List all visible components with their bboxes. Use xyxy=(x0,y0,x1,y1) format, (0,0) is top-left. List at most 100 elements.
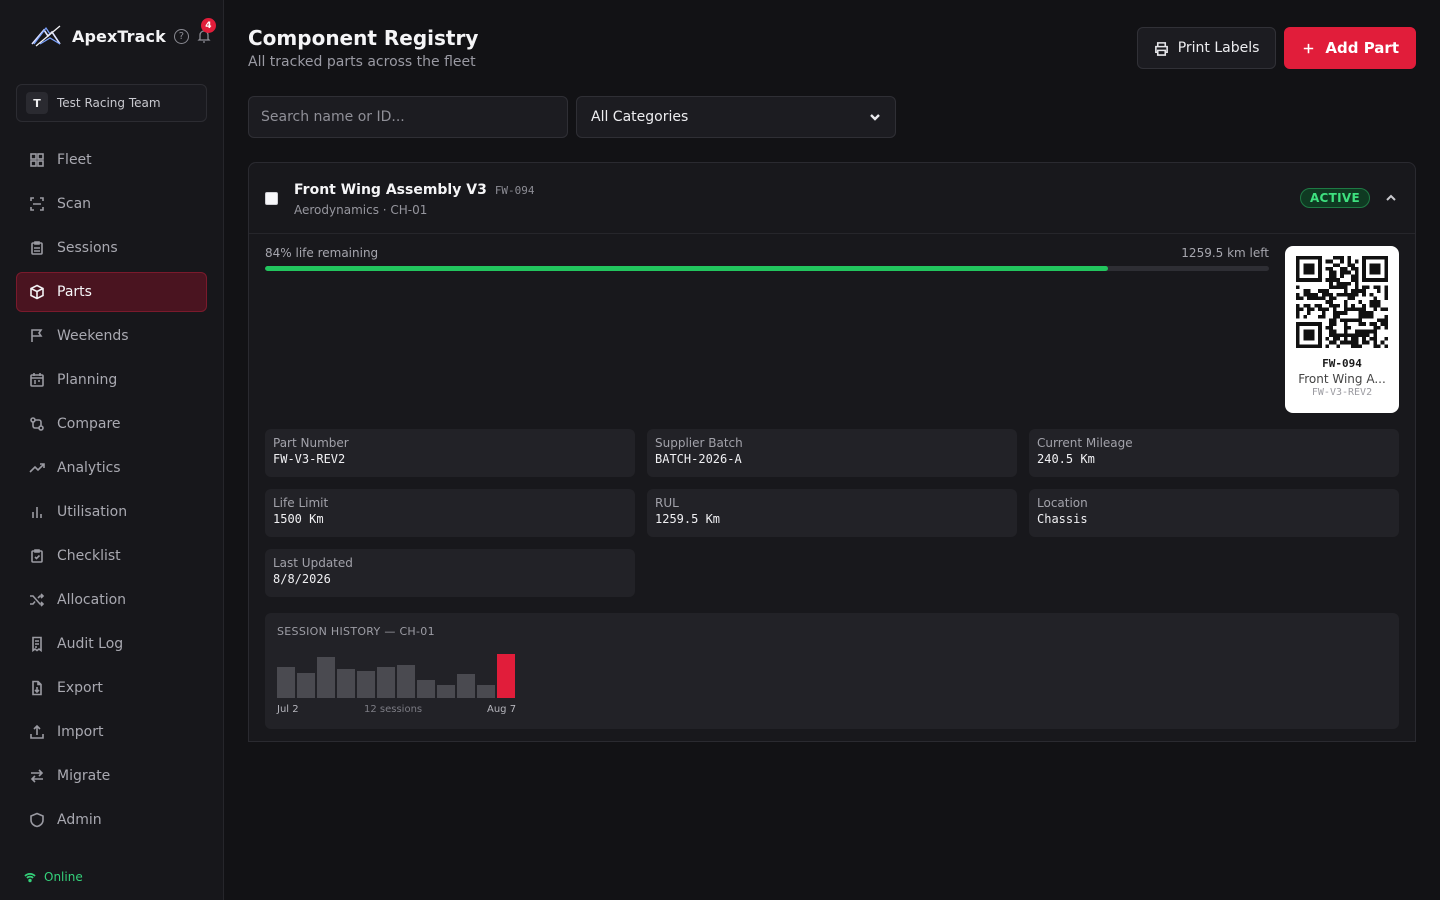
sidebar-item-label: Audit Log xyxy=(57,636,124,652)
bar-chart-icon xyxy=(32,507,42,518)
detail-field-label: RUL xyxy=(655,496,679,510)
part-card-header[interactable]: Front Wing Assembly V3 FW-094 Aerodynamic… xyxy=(249,163,1415,234)
detail-field-rul: RUL 1259.5 Km xyxy=(647,489,1017,537)
detail-field-label: Location xyxy=(1037,496,1088,510)
sidebar-item-audit-log[interactable]: Audit Log xyxy=(16,624,207,664)
detail-field-current-mileage: Current Mileage 240.5 Km xyxy=(1029,429,1399,477)
team-switcher[interactable]: T Test Racing Team xyxy=(16,84,207,122)
sidebar: ApexTrack ? 4 T Test Racing Team Fleet Sc… xyxy=(0,0,224,900)
part-select-checkbox[interactable] xyxy=(265,191,278,205)
sidebar-item-label: Migrate xyxy=(57,768,111,784)
team-name: Test Racing Team xyxy=(57,96,161,110)
session-bar xyxy=(297,672,315,698)
grid-icon xyxy=(30,153,44,167)
add-part-label: Add Part xyxy=(1325,39,1399,57)
sidebar-item-label: Analytics xyxy=(57,460,121,476)
session-bar xyxy=(457,673,475,698)
sidebar-item-migrate[interactable]: Migrate xyxy=(16,756,207,796)
sidebar-item-utilisation[interactable]: Utilisation xyxy=(16,492,207,532)
sidebar-item-admin[interactable]: Admin xyxy=(16,800,207,840)
sidebar-item-compare[interactable]: Compare xyxy=(16,404,207,444)
sidebar-item-label: Parts xyxy=(57,284,92,300)
page-subtitle: All tracked parts across the fleet xyxy=(248,54,476,70)
qr-label-card[interactable]: FW-094 Front Wing A... FW-V3-REV2 xyxy=(1285,246,1399,413)
calendar-icon xyxy=(30,373,44,387)
detail-field-location: Location Chassis xyxy=(1029,489,1399,537)
detail-field-life-limit: Life Limit 1500 Km xyxy=(265,489,635,537)
sidebar-item-label: Checklist xyxy=(57,548,121,564)
detail-field-value: 1259.5 Km xyxy=(655,512,721,526)
team-avatar: T xyxy=(26,92,48,114)
sidebar-item-sessions[interactable]: Sessions xyxy=(16,228,207,268)
session-bar xyxy=(417,679,435,698)
chevron-down-icon xyxy=(870,114,880,121)
session-history-panel: SESSION HISTORY — CH-01 Jul 2 12 session… xyxy=(265,613,1399,729)
sidebar-item-parts[interactable]: Parts xyxy=(16,272,207,312)
printer-icon xyxy=(1154,41,1168,56)
shuffle-icon xyxy=(30,593,45,607)
sidebar-item-allocation[interactable]: Allocation xyxy=(16,580,207,620)
sidebar-item-label: Fleet xyxy=(57,152,92,168)
add-part-button[interactable]: Add Part xyxy=(1284,27,1416,69)
sidebar-item-scan[interactable]: Scan xyxy=(16,184,207,224)
file-export-icon xyxy=(32,680,42,696)
detail-field-value: Chassis xyxy=(1037,512,1088,526)
life-remaining-label: 84% life remaining xyxy=(265,246,379,260)
detail-field-label: Current Mileage xyxy=(1037,436,1133,450)
session-bar xyxy=(317,657,335,698)
history-start-label: Jul 2 xyxy=(277,704,299,715)
sidebar-item-label: Weekends xyxy=(57,328,129,344)
sidebar-item-checklist[interactable]: Checklist xyxy=(16,536,207,576)
package-icon xyxy=(30,284,44,300)
qr-part-id: FW-094 xyxy=(1322,357,1362,370)
help-icon[interactable]: ? xyxy=(173,28,189,44)
detail-field-supplier-batch: Supplier Batch BATCH-2026-A xyxy=(647,429,1017,477)
sidebar-item-import[interactable]: Import xyxy=(16,712,207,752)
sidebar-item-label: Compare xyxy=(57,416,121,432)
sidebar-item-label: Allocation xyxy=(57,592,127,608)
sidebar-item-label: Planning xyxy=(57,372,118,388)
search-input[interactable] xyxy=(248,96,568,138)
session-bar xyxy=(357,671,375,698)
wifi-icon xyxy=(24,873,36,883)
qr-part-name: Front Wing A... xyxy=(1298,372,1386,386)
swap-icon xyxy=(30,769,44,783)
apextrack-logo-icon xyxy=(31,25,61,47)
session-bar xyxy=(397,665,415,698)
collapse-chevron-icon[interactable] xyxy=(1385,192,1397,204)
sidebar-item-label: Admin xyxy=(57,812,102,828)
sidebar-item-analytics[interactable]: Analytics xyxy=(16,448,207,488)
session-history-chart xyxy=(277,650,517,698)
history-count-label: 12 sessions xyxy=(364,704,423,715)
page-title: Component Registry xyxy=(248,26,479,50)
sidebar-item-weekends[interactable]: Weekends xyxy=(16,316,207,356)
part-card-body: 84% life remaining 1259.5 km left FW-094… xyxy=(249,234,1415,729)
brand-header: ApexTrack ? 4 xyxy=(0,0,223,72)
detail-field-value: FW-V3-REV2 xyxy=(273,452,346,466)
sidebar-item-label: Utilisation xyxy=(57,504,128,520)
sidebar-item-label: Import xyxy=(57,724,104,740)
sidebar-item-label: Export xyxy=(57,680,103,696)
sidebar-item-planning[interactable]: Planning xyxy=(16,360,207,400)
session-bar xyxy=(437,684,455,698)
page-header: Component Registry All tracked parts acr… xyxy=(248,0,1416,96)
session-bar xyxy=(337,669,355,698)
print-labels-label: Print Labels xyxy=(1177,40,1260,56)
plus-icon xyxy=(1304,43,1314,53)
detail-field-label: Life Limit xyxy=(273,496,329,510)
sidebar-item-fleet[interactable]: Fleet xyxy=(16,140,207,180)
qr-code-icon xyxy=(1296,256,1388,348)
print-labels-button[interactable]: Print Labels xyxy=(1136,27,1277,69)
detail-field-value: 8/8/2026 xyxy=(273,572,331,586)
session-bar xyxy=(477,684,495,698)
detail-field-part-number: Part Number FW-V3-REV2 xyxy=(265,429,635,477)
filter-bar: All Categories xyxy=(248,96,1416,138)
category-select[interactable]: All Categories xyxy=(576,96,896,138)
connection-status-label: Online xyxy=(44,870,83,884)
notifications-bell-icon[interactable]: 4 xyxy=(197,18,216,44)
sidebar-item-export[interactable]: Export xyxy=(16,668,207,708)
checklist-icon xyxy=(31,549,43,563)
detail-field-label: Part Number xyxy=(273,436,349,450)
part-id: FW-094 xyxy=(494,184,535,197)
brand-name: ApexTrack xyxy=(72,26,166,46)
